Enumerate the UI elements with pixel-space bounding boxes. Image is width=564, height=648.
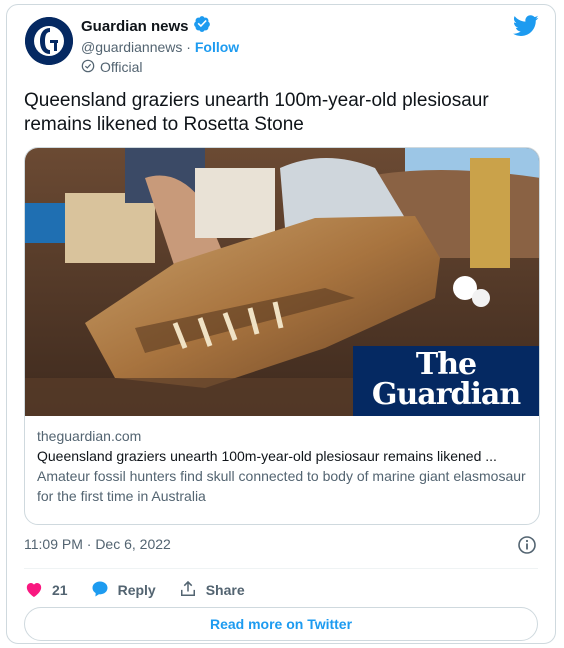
info-icon[interactable] xyxy=(517,535,537,555)
link-title[interactable]: Queensland graziers unearth 100m-year-ol… xyxy=(37,446,527,466)
link-preview-image[interactable]: The Guardian xyxy=(25,148,539,416)
official-badge-icon xyxy=(81,59,95,76)
handle-separator: · xyxy=(182,39,195,55)
tweet-text: Queensland graziers unearth 100m-year-ol… xyxy=(24,90,489,135)
link-preview-card[interactable]: The Guardian theguardian.com Queensland … xyxy=(24,147,540,525)
share-icon xyxy=(178,579,198,602)
logo-line-the: The xyxy=(415,347,477,382)
tweet-embed-card: Guardian news @guardiannews · Follow Off… xyxy=(6,4,556,644)
share-label: Share xyxy=(205,582,245,598)
reply-button[interactable]: Reply xyxy=(90,579,156,602)
author-name[interactable]: Guardian news xyxy=(81,18,189,35)
link-description: Amateur fossil hunters find skull connec… xyxy=(37,468,526,504)
heart-icon xyxy=(24,579,44,602)
twitter-logo-icon[interactable] xyxy=(512,15,539,37)
guardian-logo: The Guardian xyxy=(353,346,539,416)
action-bar: 21 Reply Share xyxy=(24,575,267,605)
logo-line-guardian: Guardian xyxy=(371,377,521,412)
official-label: Official xyxy=(100,59,143,75)
divider xyxy=(24,568,538,569)
like-count: 21 xyxy=(52,582,68,598)
avatar[interactable] xyxy=(25,17,73,65)
link-domain: theguardian.com xyxy=(37,428,142,444)
reply-bubble-icon xyxy=(90,579,110,602)
verified-badge-icon xyxy=(193,15,211,38)
like-button[interactable]: 21 xyxy=(24,579,68,602)
read-more-button[interactable]: Read more on Twitter xyxy=(24,607,538,641)
author-block: Guardian news @guardiannews · Follow Off… xyxy=(81,15,239,77)
follow-button[interactable]: Follow xyxy=(195,39,239,55)
tweet-timestamp[interactable]: 11:09 PM · Dec 6, 2022 xyxy=(24,536,171,552)
share-button[interactable]: Share xyxy=(178,579,245,602)
author-handle[interactable]: @guardiannews xyxy=(81,39,182,55)
link-meta: theguardian.com Queensland graziers unea… xyxy=(25,416,539,516)
reply-label: Reply xyxy=(117,582,156,598)
